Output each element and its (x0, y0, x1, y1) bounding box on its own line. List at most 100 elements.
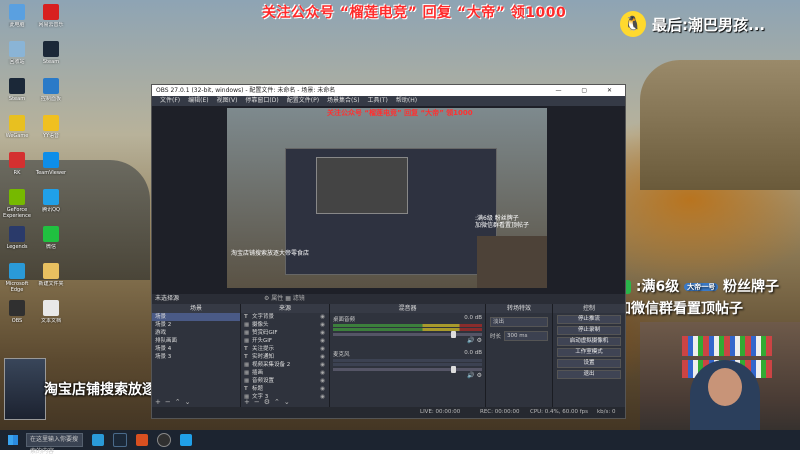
source-item[interactable]: ▦ 视频采集设备 2 ◉ (241, 361, 329, 369)
app-icon[interactable] (136, 434, 148, 446)
desktop-icon[interactable]: 控制面板 (34, 78, 68, 108)
desktop-icon[interactable]: 此电脑 (0, 4, 34, 34)
fan-line2: 加微信群看置顶帖子 (617, 301, 743, 317)
scene-actions[interactable]: +−⌃⌄ (155, 398, 194, 406)
source-item[interactable]: ▦ 插画 ◉ (241, 369, 329, 377)
stop-recording-button[interactable]: 停止录制 (557, 326, 621, 335)
source-item[interactable]: ▦ 赞赏码GIF ◉ (241, 329, 329, 337)
app-icon (9, 152, 25, 168)
scene-item[interactable]: 场景 (152, 313, 240, 321)
window-controls[interactable]: — ▢ ✕ (555, 85, 621, 96)
desktop-icon[interactable]: YY语音 (34, 115, 68, 145)
source-item[interactable]: T 文字背景 ◉ (241, 313, 329, 321)
cpu-fps: CPU: 0.4%, 60.00 fps (530, 409, 589, 415)
source-item[interactable]: T 标题 ◉ (241, 385, 329, 393)
windows-start-icon[interactable] (8, 435, 18, 445)
transition-select[interactable]: 淡出 (490, 317, 548, 327)
exit-button[interactable]: 退出 (557, 370, 621, 379)
taskbar-search[interactable]: 在这里输入你要搜索的内容 (26, 433, 83, 455)
volume-meter (333, 363, 482, 366)
mute-gear-icon[interactable]: 🔊 ⚙ (333, 372, 482, 379)
scene-item[interactable]: 场景 3 (152, 353, 240, 361)
desktop-icon[interactable]: OBS (0, 300, 34, 330)
desktop-icon[interactable]: Legends (0, 226, 34, 256)
edge-icon[interactable] (92, 434, 104, 446)
app-icon (43, 226, 59, 242)
menu-edit[interactable]: 编辑(E) (188, 96, 208, 106)
menu-profile[interactable]: 配置文件(P) (287, 96, 319, 106)
steam-icon[interactable] (113, 433, 127, 447)
obs-icon[interactable] (157, 433, 171, 447)
desktop-icon[interactable]: GeForce Experience (0, 189, 34, 219)
visibility-eye-icon[interactable]: ◉ (320, 377, 325, 385)
desktop-icon[interactable]: 微信 (34, 226, 68, 256)
source-type-icon: ▦ (244, 322, 250, 328)
properties-filters[interactable]: ⚙ 属性 ▦ 滤镜 (264, 294, 305, 304)
source-item[interactable]: ▦ 摄像头 ◉ (241, 321, 329, 329)
scene-item[interactable]: 场景 4 (152, 345, 240, 353)
visibility-eye-icon[interactable]: ◉ (320, 329, 325, 337)
visibility-eye-icon[interactable]: ◉ (320, 393, 325, 401)
stop-streaming-button[interactable]: 停止推流 (557, 315, 621, 324)
preview-webcam (477, 236, 547, 288)
studio-mode-button[interactable]: 工作室模式 (557, 348, 621, 357)
desktop-icon[interactable]: 腾讯QQ (34, 189, 68, 219)
visibility-eye-icon[interactable]: ◉ (320, 345, 325, 353)
qq-taskbar-icon[interactable] (180, 434, 192, 446)
menu-docks[interactable]: 停靠窗口(D) (245, 96, 278, 106)
desktop-icon[interactable]: TeamViewer (34, 152, 68, 182)
volume-slider[interactable] (333, 331, 482, 338)
desktop-icon[interactable]: 回收站 (0, 41, 34, 71)
fan-badge: 大帝一号 (684, 283, 719, 291)
settings-button[interactable]: 设置 (557, 359, 621, 368)
volume-slider[interactable] (333, 366, 482, 373)
visibility-eye-icon[interactable]: ◉ (320, 361, 325, 369)
bitrate: kb/s: 0 (597, 409, 616, 415)
virtual-camera-button[interactable]: 启动虚拟摄像机 (557, 337, 621, 346)
menu-view[interactable]: 视图(V) (217, 96, 238, 106)
obs-window[interactable]: OBS 27.0.1 (32-bit, windows) - 配置文件: 未命名… (151, 84, 626, 419)
obs-preview[interactable]: 关注公众号 “榴莲电竞” 回复 “大帝” 领1000 :满6级 粉丝牌子 加微信… (152, 106, 625, 314)
desktop-icon[interactable]: 文本文档 (34, 300, 68, 330)
source-item[interactable]: ▦ 开头GIF ◉ (241, 337, 329, 345)
source-type-icon: T (244, 354, 248, 360)
visibility-eye-icon[interactable]: ◉ (320, 313, 325, 321)
desktop-icon[interactable]: 新建文件夹 (34, 263, 68, 293)
source-item[interactable]: ▦ 音频设置 ◉ (241, 377, 329, 385)
desktop-icon[interactable]: 网易云音乐 (34, 4, 68, 34)
menu-file[interactable]: 文件(F) (160, 96, 180, 106)
preview-banner: 关注公众号 “榴莲电竞” 回复 “大帝” 领1000 (327, 109, 473, 117)
obs-titlebar[interactable]: OBS 27.0.1 (32-bit, windows) - 配置文件: 未命名… (152, 85, 625, 96)
desktop-icon[interactable]: WeGame (0, 115, 34, 145)
mute-gear-icon[interactable]: 🔊 ⚙ (333, 337, 482, 344)
visibility-eye-icon[interactable]: ◉ (320, 369, 325, 377)
source-actions[interactable]: +−⚙⌃⌄ (244, 398, 294, 406)
duration-input[interactable]: 300 ms (504, 331, 548, 341)
visibility-eye-icon[interactable]: ◉ (320, 385, 325, 393)
desktop-icon-label: 微信 (45, 244, 56, 250)
visibility-eye-icon[interactable]: ◉ (320, 337, 325, 345)
desktop-icon[interactable]: RK (0, 152, 34, 182)
menu-tools[interactable]: 工具(T) (368, 96, 388, 106)
desktop-icon-label: Steam (42, 59, 60, 65)
desktop-icon[interactable]: Steam (0, 78, 34, 108)
menu-scene-collection[interactable]: 场景集合(S) (327, 96, 360, 106)
app-icon (9, 189, 25, 205)
app-icon (43, 4, 59, 20)
source-item[interactable]: T 关注提示 ◉ (241, 345, 329, 353)
obs-docks: 场景 场景 场景 2 游戏 排队画面 场景 4 场景 3 +−⌃⌄ 来源 T 文字… (152, 304, 625, 407)
menu-help[interactable]: 帮助(H) (396, 96, 417, 106)
visibility-eye-icon[interactable]: ◉ (320, 321, 325, 329)
desktop-icon[interactable]: Steam (34, 41, 68, 71)
scene-item[interactable]: 排队画面 (152, 337, 240, 345)
source-name: 实时通知 (252, 354, 275, 360)
desktop-icon-label: Legends (6, 244, 28, 250)
visibility-eye-icon[interactable]: ◉ (320, 353, 325, 361)
scene-item[interactable]: 场景 2 (152, 321, 240, 329)
duration-label: 时长 (490, 334, 502, 340)
recent-follower-text: 最后:潮巴男孩... (652, 15, 766, 34)
scene-item[interactable]: 游戏 (152, 329, 240, 337)
source-item[interactable]: T 实时通知 ◉ (241, 353, 329, 361)
desktop-icon[interactable]: Microsoft Edge (0, 263, 34, 293)
desktop-icon-label: 回收站 (9, 59, 25, 65)
